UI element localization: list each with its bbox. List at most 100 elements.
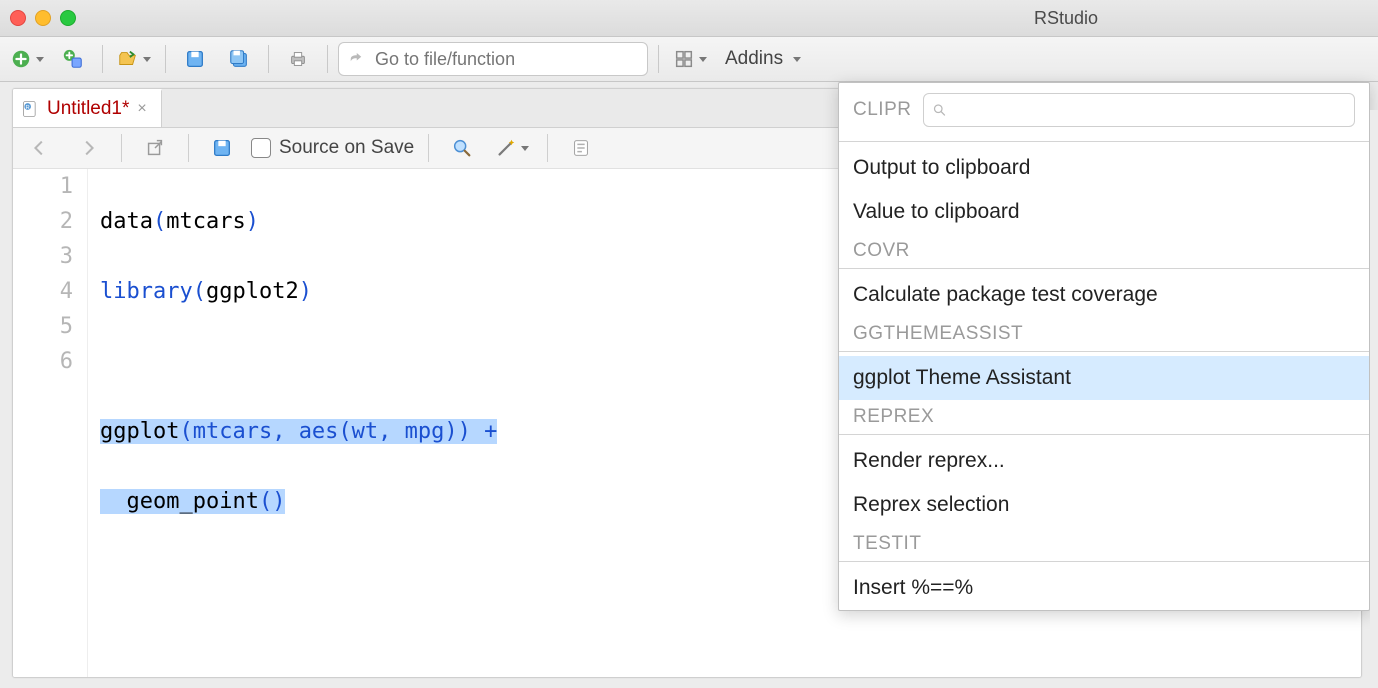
toolbar-separator bbox=[428, 134, 429, 162]
addins-section-covr: COVR bbox=[839, 234, 1369, 264]
addins-search-input[interactable] bbox=[954, 99, 1347, 121]
code-token: (mtcars, aes(wt, mpg)) + bbox=[179, 419, 497, 444]
close-tab-button[interactable]: × bbox=[135, 100, 148, 118]
toolbar-separator bbox=[121, 134, 122, 162]
new-file-button[interactable] bbox=[6, 43, 48, 75]
menu-divider bbox=[839, 141, 1369, 142]
chevron-down-icon bbox=[793, 57, 801, 62]
toolbar-separator bbox=[188, 134, 189, 162]
source-on-save-label: Source on Save bbox=[279, 137, 414, 159]
save-all-button[interactable] bbox=[220, 43, 258, 75]
menu-divider bbox=[839, 351, 1369, 352]
line-number: 2 bbox=[13, 204, 73, 239]
svg-text:R: R bbox=[26, 105, 30, 111]
code-token: library bbox=[100, 279, 193, 304]
find-replace-button[interactable] bbox=[443, 132, 481, 164]
code-tools-button[interactable] bbox=[491, 132, 533, 164]
window-title: RStudio bbox=[76, 8, 1368, 29]
code-token: mtcars bbox=[166, 209, 245, 234]
line-number: 1 bbox=[13, 169, 73, 204]
printer-icon bbox=[287, 48, 309, 70]
toolbar-separator bbox=[268, 45, 269, 73]
addins-section-ggtheme: GGTHEMEASSIST bbox=[839, 317, 1369, 347]
floppy-stack-icon bbox=[228, 48, 250, 70]
wand-icon bbox=[495, 137, 517, 159]
window-minimize-button[interactable] bbox=[35, 10, 51, 26]
right-pane-peek bbox=[1370, 110, 1378, 630]
open-file-button[interactable] bbox=[113, 43, 155, 75]
grid-icon bbox=[673, 48, 695, 70]
share-arrow-icon bbox=[347, 50, 365, 68]
toolbar-separator bbox=[327, 45, 328, 73]
menu-divider bbox=[839, 434, 1369, 435]
print-button[interactable] bbox=[279, 43, 317, 75]
nav-back-button[interactable] bbox=[21, 132, 59, 164]
menu-divider bbox=[839, 268, 1369, 269]
addins-menu-header: CLIPR bbox=[839, 89, 1369, 137]
code-line: library(ggplot2) bbox=[100, 274, 497, 309]
chevron-down-icon bbox=[36, 57, 44, 62]
traffic-lights bbox=[10, 10, 76, 26]
arrow-left-icon bbox=[29, 137, 51, 159]
main-toolbar: Addins bbox=[0, 37, 1378, 82]
line-number: 6 bbox=[13, 344, 73, 379]
code-token: ( bbox=[153, 209, 166, 234]
chevron-down-icon bbox=[521, 146, 529, 151]
code-token: ) bbox=[299, 279, 312, 304]
code-token: () bbox=[259, 489, 286, 514]
goto-input[interactable] bbox=[373, 48, 637, 71]
addins-dropdown[interactable]: CLIPR Output to clipboard Value to clipb… bbox=[838, 82, 1370, 611]
line-number: 3 bbox=[13, 239, 73, 274]
menu-divider bbox=[839, 561, 1369, 562]
code-token: ggplot bbox=[100, 419, 179, 444]
code-token: ( bbox=[193, 279, 206, 304]
code-line: geom_point() bbox=[100, 484, 497, 519]
floppy-icon bbox=[211, 137, 233, 159]
line-number: 5 bbox=[13, 309, 73, 344]
addins-label: Addins bbox=[725, 48, 783, 70]
code-line: data(mtcars) bbox=[100, 204, 497, 239]
nav-forward-button[interactable] bbox=[69, 132, 107, 164]
addin-calculate-coverage[interactable]: Calculate package test coverage bbox=[839, 273, 1369, 317]
code-token: ggplot2 bbox=[206, 279, 299, 304]
editor-tab-untitled1[interactable]: R Untitled1* × bbox=[13, 89, 162, 127]
folder-open-icon bbox=[117, 48, 139, 70]
arrow-right-icon bbox=[77, 137, 99, 159]
addin-ggplot-theme-assistant[interactable]: ggplot Theme Assistant bbox=[839, 356, 1369, 400]
code-token: data bbox=[100, 209, 153, 234]
save-button[interactable] bbox=[176, 43, 214, 75]
goto-file-function-field[interactable] bbox=[338, 42, 648, 76]
code-line bbox=[100, 554, 497, 589]
addin-insert-equals[interactable]: Insert %==% bbox=[839, 566, 1369, 610]
addin-value-to-clipboard[interactable]: Value to clipboard bbox=[839, 190, 1369, 234]
toolbar-separator bbox=[658, 45, 659, 73]
magnifier-icon bbox=[451, 137, 473, 159]
r-script-icon: R bbox=[21, 99, 41, 119]
compile-report-button[interactable] bbox=[562, 132, 600, 164]
code-area[interactable]: data(mtcars) library(ggplot2) ggplot(mtc… bbox=[88, 169, 497, 677]
workspace-panes-button[interactable] bbox=[669, 43, 711, 75]
addin-output-to-clipboard[interactable]: Output to clipboard bbox=[839, 146, 1369, 190]
toolbar-separator bbox=[102, 45, 103, 73]
show-in-new-window-button[interactable] bbox=[136, 132, 174, 164]
addins-search-field[interactable] bbox=[923, 93, 1355, 127]
addin-reprex-selection[interactable]: Reprex selection bbox=[839, 483, 1369, 527]
titlebar: RStudio bbox=[0, 0, 1378, 37]
line-number: 4 bbox=[13, 274, 73, 309]
code-line bbox=[100, 344, 497, 379]
save-document-button[interactable] bbox=[203, 132, 241, 164]
code-line: ggplot(mtcars, aes(wt, mpg)) + bbox=[100, 414, 497, 449]
window-maximize-button[interactable] bbox=[60, 10, 76, 26]
addins-section-clipr: CLIPR bbox=[853, 99, 911, 121]
code-token: ) bbox=[246, 209, 259, 234]
window-close-button[interactable] bbox=[10, 10, 26, 26]
floppy-icon bbox=[184, 48, 206, 70]
addin-render-reprex[interactable]: Render reprex... bbox=[839, 439, 1369, 483]
source-on-save-toggle[interactable]: Source on Save bbox=[251, 137, 414, 159]
new-project-button[interactable] bbox=[54, 43, 92, 75]
gutter: 1 2 3 4 5 6 bbox=[13, 169, 88, 677]
chevron-down-icon bbox=[699, 57, 707, 62]
addins-section-testit: TESTIT bbox=[839, 527, 1369, 557]
addins-button[interactable]: Addins bbox=[717, 43, 809, 75]
tab-label: Untitled1* bbox=[47, 98, 129, 120]
